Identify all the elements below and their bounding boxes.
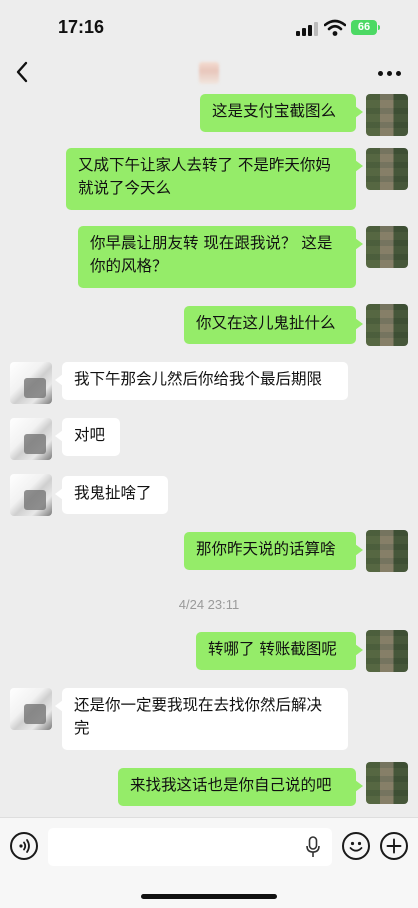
message-text: 你又在这儿鬼扯什么: [196, 314, 336, 332]
plus-icon[interactable]: [380, 832, 408, 860]
message-text-line: 你早晨让朋友转 现在跟我说？ 这是: [90, 234, 333, 252]
my-avatar[interactable]: [366, 304, 408, 346]
my-avatar[interactable]: [366, 530, 408, 572]
battery-icon: 66: [351, 20, 377, 35]
message-bubble-incoming[interactable]: 对吧: [55, 418, 120, 456]
message-text: 我鬼扯啥了: [74, 484, 152, 502]
message-text: 来找我这话也是你自己说的吧: [130, 776, 332, 794]
more-horizontal-icon[interactable]: [378, 71, 402, 77]
microphone-icon[interactable]: [305, 836, 321, 858]
message-input-bar: [0, 817, 418, 908]
message-text: 对吧: [74, 426, 106, 444]
my-avatar[interactable]: [366, 148, 408, 190]
message-text-line: 又成下午让家人去转了 不是昨天你妈: [78, 156, 331, 174]
wifi-icon: [324, 19, 346, 36]
battery-tip: [378, 25, 380, 30]
cellular-signal-icon: [296, 22, 318, 36]
message-input[interactable]: [48, 828, 332, 866]
my-avatar[interactable]: [366, 762, 408, 804]
chevron-left-icon[interactable]: [12, 58, 32, 86]
message-text: 转哪了 转账截图呢: [208, 640, 337, 658]
message-bubble-outgoing[interactable]: 你又在这儿鬼扯什么: [184, 306, 363, 344]
my-avatar[interactable]: [366, 226, 408, 268]
voice-icon[interactable]: [10, 832, 38, 860]
message-bubble-outgoing[interactable]: 这是支付宝截图么: [200, 94, 363, 132]
my-avatar[interactable]: [366, 630, 408, 672]
message-bubble-incoming[interactable]: 我鬼扯啥了: [55, 476, 168, 514]
message-text-line: 完: [74, 719, 90, 737]
message-text: 那你昨天说的话算啥: [196, 540, 336, 558]
emoji-icon[interactable]: [342, 832, 370, 860]
contact-avatar[interactable]: [10, 474, 52, 516]
chat-message-list[interactable]: 这是支付宝截图么 又成下午让家人去转了 不是昨天你妈 就说了今天么 你早晨让朋友…: [0, 94, 418, 817]
message-text-line: 你的风格？: [90, 257, 168, 275]
message-bubble-outgoing[interactable]: 来找我这话也是你自己说的吧: [118, 768, 363, 806]
status-time: 17:16: [58, 17, 105, 37]
contact-avatar[interactable]: [10, 418, 52, 460]
message-bubble-outgoing[interactable]: 转哪了 转账截图呢: [196, 632, 363, 670]
contact-avatar[interactable]: [10, 362, 52, 404]
status-bar: 17:16 66: [0, 0, 418, 52]
message-bubble-outgoing[interactable]: 那你昨天说的话算啥: [184, 532, 363, 570]
message-bubble-incoming[interactable]: 我下午那会儿然后你给我个最后期限: [55, 362, 348, 400]
my-avatar[interactable]: [366, 94, 408, 136]
message-bubble-incoming[interactable]: 还是你一定要我现在去找你然后解决 完: [55, 688, 348, 750]
chat-header: [0, 52, 418, 94]
message-text-line: 还是你一定要我现在去找你然后解决: [74, 696, 323, 714]
message-bubble-outgoing[interactable]: 你早晨让朋友转 现在跟我说？ 这是 你的风格？: [78, 226, 363, 288]
message-text: 这是支付宝截图么: [212, 102, 337, 120]
message-text-line: 就说了今天么: [78, 179, 172, 197]
home-indicator: [141, 894, 277, 899]
contact-title-avatar[interactable]: [199, 62, 219, 84]
message-bubble-outgoing[interactable]: 又成下午让家人去转了 不是昨天你妈 就说了今天么: [66, 148, 363, 210]
message-timestamp: 4/24 23:11: [178, 597, 240, 612]
message-text: 我下午那会儿然后你给我个最后期限: [74, 370, 323, 388]
contact-avatar[interactable]: [10, 688, 52, 730]
